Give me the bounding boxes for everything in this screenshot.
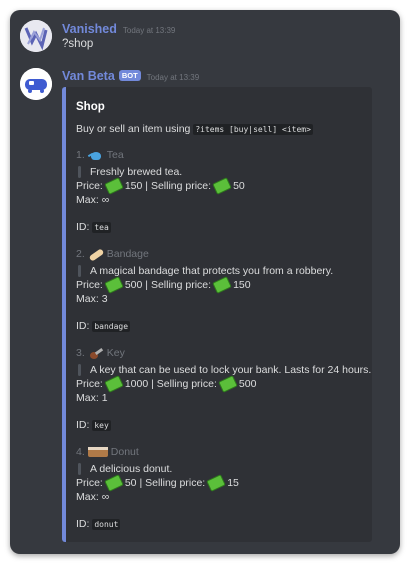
message-header: Van Beta BOT Today at 13:39 xyxy=(62,69,199,83)
message-header: Vanished Today at 13:39 xyxy=(62,22,175,36)
item-id: donut xyxy=(92,519,121,530)
price-line: Price: 500 | Selling price: 150 xyxy=(76,276,366,294)
max-label: Max: xyxy=(76,293,99,305)
sell-value: 15 xyxy=(227,477,239,489)
item-description: A delicious donut. xyxy=(76,462,366,476)
max-line: Max: ∞ xyxy=(76,490,366,504)
item-number: 2. xyxy=(76,248,85,260)
price-label: Price: xyxy=(76,180,103,192)
avatar-van-beta[interactable] xyxy=(20,68,52,100)
max-label: Max: xyxy=(76,491,99,503)
id-line: ID: key xyxy=(76,419,366,431)
item-name: Key xyxy=(106,347,125,359)
sell-label: | Selling price: xyxy=(151,378,217,390)
sell-label: | Selling price: xyxy=(145,279,212,291)
price-value: 50 xyxy=(124,477,137,489)
id-label: ID: xyxy=(76,221,90,233)
price-label: Price: xyxy=(76,279,103,291)
sell-value: 500 xyxy=(238,378,257,390)
id-label: ID: xyxy=(76,419,90,431)
shop-item-tea: 1. Tea Freshly brewed tea. Price: 150 | … xyxy=(76,147,366,233)
price-value: 150 xyxy=(124,180,143,192)
price-label: Price: xyxy=(76,378,103,390)
price-value: 1000 xyxy=(124,378,149,390)
timestamp: Today at 13:39 xyxy=(122,26,176,35)
price-value: 500 xyxy=(124,279,143,291)
avatar-vanished-icon xyxy=(20,20,52,52)
embed-description-text: Buy or sell an item using xyxy=(76,123,191,135)
max-line: Max: ∞ xyxy=(76,193,366,207)
shop-item-key: 3. Key A key that can be used to lock yo… xyxy=(76,345,371,431)
van-icon xyxy=(20,68,52,100)
item-heading: 1. Tea xyxy=(76,147,366,163)
max-value: 3 xyxy=(101,293,108,305)
price-line: Price: 50 | Selling price: 15 xyxy=(76,474,366,492)
sell-label: | Selling price: xyxy=(139,477,206,489)
price-line: Price: 1000 | Selling price: 500 xyxy=(76,375,366,393)
shop-item-bandage: 2. Bandage A magical bandage that protec… xyxy=(76,246,366,332)
sell-label: | Selling price: xyxy=(145,180,212,192)
price-line: Price: 150 | Selling price: 50 xyxy=(76,177,366,195)
item-number: 1. xyxy=(76,149,85,161)
bot-badge: BOT xyxy=(118,70,141,81)
bandage-icon xyxy=(88,247,105,262)
max-value: ∞ xyxy=(101,194,110,206)
max-line: Max: 3 xyxy=(76,292,366,306)
sell-value: 150 xyxy=(233,279,251,291)
item-id: bandage xyxy=(92,321,131,332)
embed-title: Shop xyxy=(76,101,105,113)
item-id: tea xyxy=(92,222,111,233)
max-label: Max: xyxy=(76,392,99,404)
max-label: Max: xyxy=(76,194,99,206)
item-heading: 4. Donut xyxy=(76,444,366,460)
command-code: ?items [buy|sell] <item> xyxy=(193,124,313,135)
donut-box-icon xyxy=(87,446,108,459)
id-line: ID: bandage xyxy=(76,320,366,332)
avatar-vanished[interactable] xyxy=(20,20,52,52)
embed-description: Buy or sell an item using ?items [buy|se… xyxy=(76,123,313,135)
max-value: 1 xyxy=(101,392,108,404)
shop-embed: Shop Buy or sell an item using ?items [b… xyxy=(62,87,372,542)
item-heading: 2. Bandage xyxy=(76,246,366,262)
chat-window: Vanished Today at 13:39 ?shop Van Beta B… xyxy=(10,10,400,554)
message-content: ?shop xyxy=(62,38,94,50)
item-description: A magical bandage that protects you from… xyxy=(76,264,366,278)
timestamp: Today at 13:39 xyxy=(146,73,200,82)
item-number: 3. xyxy=(76,347,85,359)
id-line: ID: tea xyxy=(76,221,366,233)
shop-item-donut: 4. Donut A delicious donut. Price: 50 | … xyxy=(76,444,366,530)
item-description: Freshly brewed tea. xyxy=(76,165,366,179)
key-icon xyxy=(88,347,104,360)
price-label: Price: xyxy=(76,477,103,489)
username[interactable]: Van Beta xyxy=(62,69,115,83)
item-description: A key that can be used to lock your bank… xyxy=(76,363,371,377)
item-name: Tea xyxy=(106,149,124,161)
item-number: 4. xyxy=(76,446,85,458)
id-line: ID: donut xyxy=(76,518,366,530)
item-heading: 3. Key xyxy=(76,345,366,361)
id-label: ID: xyxy=(76,518,90,530)
item-name: Donut xyxy=(110,446,139,458)
teapot-icon xyxy=(87,149,104,162)
username[interactable]: Vanished xyxy=(62,22,117,36)
sell-value: 50 xyxy=(233,180,245,192)
max-line: Max: 1 xyxy=(76,391,366,405)
id-label: ID: xyxy=(76,320,90,332)
item-name: Bandage xyxy=(106,248,149,260)
max-value: ∞ xyxy=(101,491,110,503)
item-id: key xyxy=(92,420,111,431)
